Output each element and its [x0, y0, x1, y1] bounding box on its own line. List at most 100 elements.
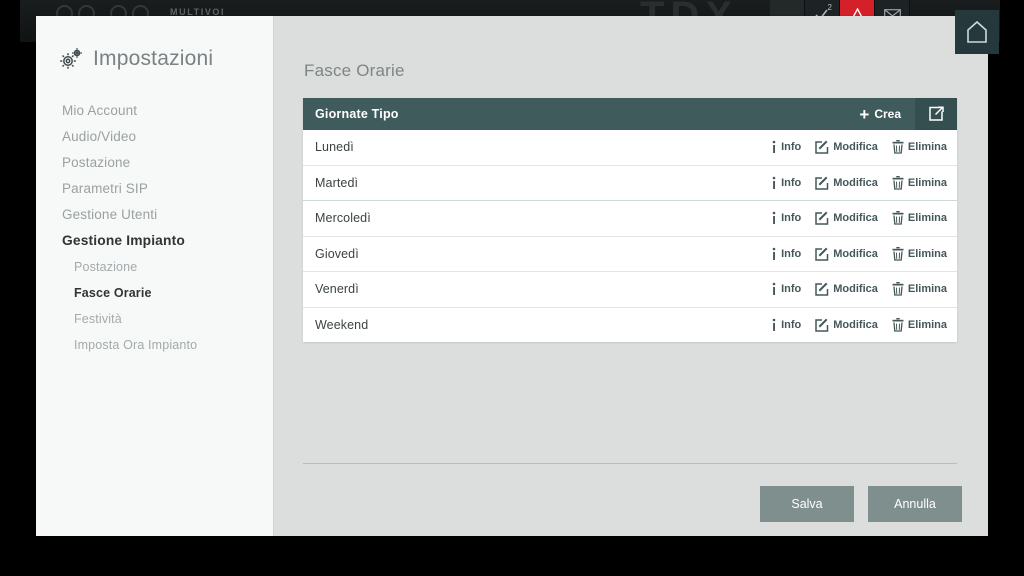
edit-label: Modifica — [833, 283, 878, 296]
sidebar-item-parametri-sip[interactable]: Parametri SIP — [36, 176, 273, 202]
edit-action[interactable]: Modifica — [815, 140, 878, 154]
info-action[interactable]: Info — [771, 318, 801, 332]
delete-action[interactable]: Elimina — [892, 282, 947, 296]
home-button[interactable] — [955, 10, 999, 54]
table-header-label: Giornate Tipo — [315, 107, 399, 121]
edit-action[interactable]: Modifica — [815, 176, 878, 190]
table-row[interactable]: Martedì Info Modifica Elimina — [303, 165, 957, 201]
export-button[interactable] — [915, 98, 957, 130]
settings-modal: Impostazioni Mio Account Audio/Video Pos… — [36, 16, 988, 536]
info-icon — [772, 282, 776, 296]
info-icon — [772, 318, 776, 331]
table-header: Giornate Tipo + Crea — [303, 98, 957, 130]
trash-icon — [892, 246, 904, 261]
cancel-button[interactable]: Annulla — [868, 486, 962, 522]
info-icon — [772, 176, 776, 189]
info-label: Info — [781, 212, 802, 225]
info-label: Info — [781, 141, 802, 154]
edit-label: Modifica — [833, 247, 878, 260]
edit-action[interactable]: Modifica — [815, 211, 878, 225]
row-label: Venerdì — [315, 282, 359, 297]
export-share-icon — [929, 106, 944, 121]
screen-root: MULTIVOI TDX 2 — [0, 0, 1024, 576]
info-action[interactable]: Info — [771, 211, 801, 225]
delete-label: Elimina — [907, 283, 947, 296]
delete-action[interactable]: Elimina — [892, 317, 947, 332]
info-icon — [772, 211, 776, 225]
sidebar-item-mio-account[interactable]: Mio Account — [36, 98, 273, 124]
row-label: Giovedì — [315, 246, 359, 261]
trash-icon — [892, 317, 904, 332]
sidebar-item-audio-video[interactable]: Audio/Video — [36, 124, 273, 150]
edit-pencil-icon — [815, 282, 829, 296]
sidebar-title: Impostazioni — [93, 47, 214, 70]
page-title: Fasce Orarie — [304, 61, 405, 80]
delete-label: Elimina — [907, 247, 947, 260]
sidebar-subitem-postazione[interactable]: Postazione — [36, 254, 273, 280]
table-header-actions: + Crea — [851, 98, 957, 130]
row-label: Weekend — [315, 317, 369, 332]
check-badge-count: 2 — [827, 3, 832, 12]
edit-action[interactable]: Modifica — [815, 318, 878, 332]
plus-icon: + — [859, 104, 870, 124]
info-action[interactable]: Info — [771, 247, 801, 261]
edit-action[interactable]: Modifica — [815, 247, 878, 261]
home-icon — [967, 20, 987, 43]
table-row[interactable]: Venerdì Info Modifica Elimina — [303, 272, 957, 308]
save-button[interactable]: Salva — [760, 486, 854, 522]
edit-label: Modifica — [833, 212, 878, 225]
row-actions: Info Modifica Elimina — [771, 130, 947, 165]
delete-label: Elimina — [907, 318, 947, 331]
row-label: Martedì — [315, 175, 359, 190]
settings-content: Fasce Orarie Giornate Tipo + Crea Lunedì… — [274, 16, 988, 536]
row-actions: Info Modifica Elimina — [771, 166, 947, 201]
delete-action[interactable]: Elimina — [892, 211, 947, 225]
delete-action[interactable]: Elimina — [892, 140, 947, 154]
edit-action[interactable]: Modifica — [815, 282, 878, 296]
delete-action[interactable]: Elimina — [892, 246, 947, 261]
table-row[interactable]: Lunedì Info Modifica Elimina — [303, 130, 957, 166]
trash-icon — [892, 282, 904, 296]
table-row[interactable]: Weekend Info Modifica Elimina — [303, 307, 957, 343]
row-actions: Info Modifica Elimina — [771, 201, 947, 236]
create-button-label: Crea — [874, 107, 901, 121]
sidebar-subitem-imposta-ora-impianto[interactable]: Imposta Ora Impianto — [36, 332, 273, 358]
delete-label: Elimina — [907, 141, 947, 154]
sidebar-subitem-fasce-orarie[interactable]: Fasce Orarie — [36, 280, 273, 306]
info-label: Info — [781, 318, 802, 331]
info-label: Info — [781, 247, 802, 260]
row-actions: Info Modifica Elimina — [771, 308, 947, 343]
edit-label: Modifica — [833, 141, 878, 154]
sidebar-subitem-festivita[interactable]: Festività — [36, 306, 273, 332]
sidebar-item-gestione-impianto[interactable]: Gestione Impianto — [36, 228, 273, 254]
edit-pencil-icon — [815, 176, 829, 190]
table-row[interactable]: Mercoledì Info Modifica Elimina — [303, 201, 957, 237]
sidebar-item-gestione-utenti[interactable]: Gestione Utenti — [36, 202, 273, 228]
sidebar-menu: Mio Account Audio/Video Postazione Param… — [36, 98, 273, 358]
info-label: Info — [781, 283, 802, 296]
sidebar-item-postazione[interactable]: Postazione — [36, 150, 273, 176]
edit-pencil-icon — [815, 318, 829, 332]
info-icon — [772, 140, 776, 154]
create-button[interactable]: + Crea — [851, 98, 915, 130]
edit-pencil-icon — [815, 247, 829, 261]
edit-label: Modifica — [833, 176, 878, 189]
table-row[interactable]: Giovedì Info Modifica Elimina — [303, 236, 957, 272]
info-action[interactable]: Info — [771, 176, 801, 190]
sidebar-header: Impostazioni — [36, 38, 273, 80]
gear-icon — [58, 47, 84, 71]
delete-action[interactable]: Elimina — [892, 175, 947, 190]
settings-sidebar: Impostazioni Mio Account Audio/Video Pos… — [36, 16, 274, 536]
edit-pencil-icon — [815, 211, 829, 225]
row-label: Lunedì — [315, 140, 354, 155]
edit-label: Modifica — [833, 318, 878, 331]
trash-icon — [892, 140, 904, 154]
info-action[interactable]: Info — [771, 140, 801, 154]
footer-buttons: Salva Annulla — [760, 486, 962, 522]
trash-icon — [892, 211, 904, 225]
info-icon — [772, 247, 776, 260]
delete-label: Elimina — [907, 212, 947, 225]
info-action[interactable]: Info — [771, 282, 801, 296]
info-label: Info — [781, 176, 802, 189]
row-actions: Info Modifica Elimina — [771, 237, 947, 272]
